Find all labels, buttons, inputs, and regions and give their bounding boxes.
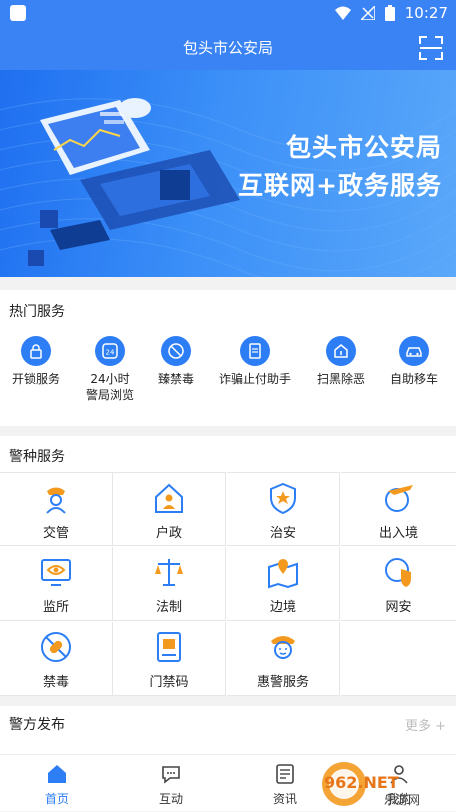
service-cyber-security[interactable]: 网安: [341, 547, 456, 621]
tab-home[interactable]: 首页: [17, 763, 97, 807]
hot-item-no-drugs[interactable]: 臻禁毒: [138, 336, 214, 387]
service-label: 网安: [385, 600, 412, 615]
service-traffic[interactable]: 交管: [0, 472, 113, 546]
service-public-security[interactable]: 治安: [227, 472, 340, 546]
service-household[interactable]: 户政: [113, 472, 226, 546]
24h-icon: 24: [95, 336, 125, 366]
service-police-benefits[interactable]: 惠警服务: [227, 622, 340, 696]
service-empty-cell: [341, 622, 456, 696]
svg-text:24: 24: [106, 349, 115, 357]
wifi-icon: [334, 6, 351, 20]
hot-item-label: 扫黑除恶: [316, 372, 365, 386]
svg-text:962.NET: 962.NET: [324, 773, 399, 792]
service-border[interactable]: 边境: [227, 547, 340, 621]
car-icon: [399, 336, 429, 366]
chat-icon: [162, 766, 180, 784]
home-icon: [48, 765, 66, 783]
police-services-grid: 交管 户政 治安 出入境 监所 法制 边境 网安 禁毒 门禁码 惠警服务: [0, 472, 456, 696]
lock-icon: [21, 336, 51, 366]
service-label: 法制: [155, 600, 182, 615]
svg-text:乐游网: 乐游网: [384, 793, 420, 807]
service-legal[interactable]: 法制: [113, 547, 226, 621]
service-label: 边境: [269, 600, 296, 615]
service-label: 惠警服务: [256, 675, 309, 690]
tab-label: 资讯: [272, 792, 297, 806]
scales-icon: [155, 559, 183, 586]
service-anti-drug[interactable]: 禁毒: [0, 622, 113, 696]
household-icon: [155, 483, 183, 513]
notices-section: [0, 706, 456, 754]
scan-icon[interactable]: [418, 35, 444, 61]
battery-icon: [384, 5, 395, 21]
hot-item-24h[interactable]: 24 24小时 警局浏览: [72, 336, 148, 403]
tab-label: 互动: [158, 792, 183, 806]
monitor-eye-icon: [41, 559, 71, 586]
status-bar: 10:27: [0, 0, 456, 26]
hot-item-label: 臻禁毒: [157, 372, 194, 386]
hot-item-label: 开锁服务: [11, 372, 60, 386]
banner-line-1: 包头市公安局: [285, 133, 442, 162]
notices-title: 警方发布: [9, 717, 65, 733]
service-exit-entry[interactable]: 出入境: [341, 472, 456, 546]
notices-more-link[interactable]: 更多 +: [405, 715, 446, 734]
officer-icon: [271, 636, 295, 659]
tab-news[interactable]: 资讯: [245, 763, 325, 807]
app-header: 包头市公安局: [0, 26, 456, 70]
airplane-icon: [384, 485, 413, 512]
hot-item-label: 诈骗止付助手: [218, 372, 291, 386]
house-icon: [326, 336, 356, 366]
map-pin-icon: [268, 559, 298, 589]
service-access-code[interactable]: 门禁码: [113, 622, 226, 696]
service-detention[interactable]: 监所: [0, 547, 113, 621]
service-label: 门禁码: [149, 675, 189, 690]
hot-item-unlock[interactable]: 开锁服务: [0, 336, 74, 387]
hot-services-title: 热门服务: [9, 304, 65, 320]
no-drugs-icon: [161, 336, 191, 366]
shield-globe-icon: [384, 558, 411, 587]
status-time: 10:27: [404, 4, 448, 22]
service-label: 交管: [42, 526, 69, 541]
banner-line-2: 互联网+政务服务: [238, 171, 442, 200]
hero-banner[interactable]: 包头市公安局 互联网+政务服务: [0, 70, 456, 277]
tab-interaction[interactable]: 互动: [131, 763, 211, 807]
police-services-title: 警种服务: [9, 449, 65, 465]
no-drugs-icon: [41, 632, 71, 662]
news-icon: [276, 764, 294, 784]
notification-icon: [10, 5, 26, 21]
badge-icon: [270, 482, 296, 515]
service-label: 治安: [269, 526, 296, 541]
card-icon: [157, 632, 181, 662]
service-label: 禁毒: [42, 675, 69, 690]
hot-item-anti-gang[interactable]: 扫黑除恶: [303, 336, 379, 387]
police-services-header: [0, 436, 456, 472]
document-icon: [240, 336, 270, 366]
traffic-police-icon: [46, 487, 66, 514]
hot-item-label: 自助移车: [389, 372, 438, 386]
watermark-logo: 962.NET 乐游网: [318, 760, 454, 808]
hot-item-label: 24小时 警局浏览: [85, 372, 134, 402]
page-title: 包头市公安局: [182, 39, 273, 57]
hot-item-move-car[interactable]: 自助移车: [376, 336, 452, 387]
service-label: 出入境: [378, 526, 418, 541]
signal-icon: [360, 6, 375, 20]
service-label: 监所: [42, 600, 69, 615]
hot-item-fraud-stop[interactable]: 诈骗止付助手: [217, 336, 293, 387]
tab-label: 首页: [44, 792, 69, 806]
service-label: 户政: [155, 526, 182, 541]
